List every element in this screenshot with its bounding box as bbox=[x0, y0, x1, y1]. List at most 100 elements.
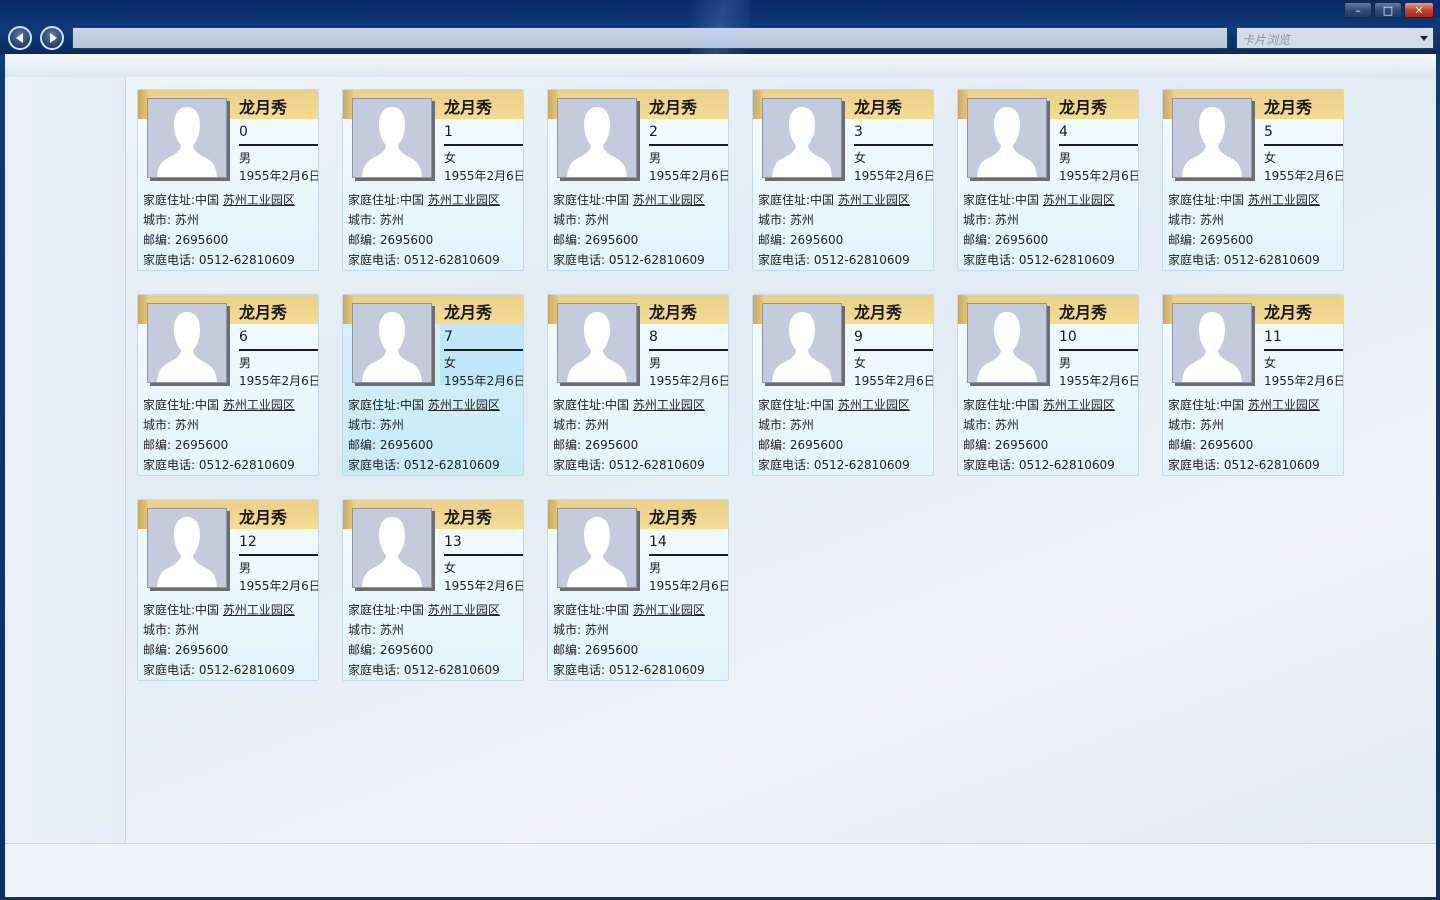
contact-card[interactable]: 龙月秀 9 女 1955年2月6日 家庭住址:中国 苏州工业园区 城市: 苏州 … bbox=[752, 294, 934, 476]
contact-card[interactable]: 龙月秀 6 男 1955年2月6日 家庭住址:中国 苏州工业园区 城市: 苏州 … bbox=[137, 294, 319, 476]
address-line: 家庭住址:中国 苏州工业园区 bbox=[963, 191, 1115, 208]
address-link[interactable]: 苏州工业园区 bbox=[223, 193, 295, 207]
address-label: 家庭住址:中国 bbox=[553, 193, 633, 207]
address-link[interactable]: 苏州工业园区 bbox=[838, 193, 910, 207]
contact-gender: 女 bbox=[854, 151, 867, 165]
divider bbox=[854, 144, 933, 146]
address-link[interactable]: 苏州工业园区 bbox=[223, 603, 295, 617]
avatar bbox=[352, 303, 432, 383]
divider bbox=[649, 144, 728, 146]
contact-card[interactable]: 龙月秀 14 男 1955年2月6日 家庭住址:中国 苏州工业园区 城市: 苏州… bbox=[547, 499, 729, 681]
contact-card[interactable]: 龙月秀 12 男 1955年2月6日 家庭住址:中国 苏州工业园区 城市: 苏州… bbox=[137, 499, 319, 681]
contact-gender: 男 bbox=[239, 561, 252, 575]
city-line: 城市: 苏州 bbox=[348, 623, 404, 637]
forward-button[interactable] bbox=[40, 26, 64, 50]
avatar bbox=[762, 98, 842, 178]
zip-line: 邮编: 2695600 bbox=[963, 233, 1049, 247]
card-grid: 龙月秀 0 男 1955年2月6日 家庭住址:中国 苏州工业园区 城市: 苏州 … bbox=[126, 77, 1436, 843]
address-link[interactable]: 苏州工业园区 bbox=[428, 398, 500, 412]
address-bar[interactable] bbox=[72, 27, 1228, 49]
zip-line: 邮编: 2695600 bbox=[143, 233, 229, 247]
address-link[interactable]: 苏州工业园区 bbox=[428, 193, 500, 207]
address-label: 家庭住址:中国 bbox=[1168, 398, 1248, 412]
contact-card[interactable]: 龙月秀 11 女 1955年2月6日 家庭住址:中国 苏州工业园区 城市: 苏州… bbox=[1162, 294, 1344, 476]
city-line: 城市: 苏州 bbox=[758, 213, 814, 227]
address-link[interactable]: 苏州工业园区 bbox=[428, 603, 500, 617]
zip-line: 邮编: 2695600 bbox=[553, 233, 639, 247]
address-link[interactable]: 苏州工业园区 bbox=[633, 398, 705, 412]
contact-name: 龙月秀 bbox=[444, 303, 493, 322]
address-line: 家庭住址:中国 苏州工业园区 bbox=[1168, 191, 1320, 208]
address-link[interactable]: 苏州工业园区 bbox=[1248, 398, 1320, 412]
address-line: 家庭住址:中国 苏州工业园区 bbox=[553, 396, 705, 413]
person-silhouette-icon bbox=[157, 312, 217, 382]
city-line: 城市: 苏州 bbox=[1168, 213, 1224, 227]
contact-card[interactable]: 龙月秀 10 男 1955年2月6日 家庭住址:中国 苏州工业园区 城市: 苏州… bbox=[957, 294, 1139, 476]
minimize-button[interactable]: – bbox=[1344, 2, 1372, 18]
person-silhouette-icon bbox=[362, 107, 422, 177]
contact-name: 龙月秀 bbox=[854, 303, 903, 322]
address-line: 家庭住址:中国 苏州工业园区 bbox=[1168, 396, 1320, 413]
address-label: 家庭住址:中国 bbox=[348, 193, 428, 207]
divider bbox=[1059, 144, 1138, 146]
divider bbox=[1264, 349, 1343, 351]
address-line: 家庭住址:中国 苏州工业园区 bbox=[143, 601, 295, 618]
divider bbox=[854, 349, 933, 351]
address-link[interactable]: 苏州工业园区 bbox=[633, 603, 705, 617]
contact-name: 龙月秀 bbox=[239, 98, 288, 117]
address-label: 家庭住址:中国 bbox=[143, 398, 223, 412]
address-line: 家庭住址:中国 苏州工业园区 bbox=[143, 396, 295, 413]
contact-birthdate: 1955年2月6日 bbox=[1059, 169, 1139, 183]
contact-card[interactable]: 龙月秀 4 男 1955年2月6日 家庭住址:中国 苏州工业园区 城市: 苏州 … bbox=[957, 89, 1139, 271]
city-line: 城市: 苏州 bbox=[758, 418, 814, 432]
contact-id: 13 bbox=[444, 534, 462, 550]
person-silhouette-icon bbox=[362, 312, 422, 382]
person-silhouette-icon bbox=[362, 517, 422, 587]
address-link[interactable]: 苏州工业园区 bbox=[1248, 193, 1320, 207]
city-line: 城市: 苏州 bbox=[553, 213, 609, 227]
avatar bbox=[352, 508, 432, 588]
address-label: 家庭住址:中国 bbox=[348, 603, 428, 617]
avatar bbox=[967, 98, 1047, 178]
contact-id: 11 bbox=[1264, 329, 1282, 345]
contact-id: 5 bbox=[1264, 124, 1273, 140]
chevron-down-icon bbox=[1420, 36, 1428, 41]
address-link[interactable]: 苏州工业园区 bbox=[1043, 193, 1115, 207]
contact-card[interactable]: 龙月秀 2 男 1955年2月6日 家庭住址:中国 苏州工业园区 城市: 苏州 … bbox=[547, 89, 729, 271]
avatar bbox=[557, 508, 637, 588]
contact-card[interactable]: 龙月秀 5 女 1955年2月6日 家庭住址:中国 苏州工业园区 城市: 苏州 … bbox=[1162, 89, 1344, 271]
contact-card[interactable]: 龙月秀 3 女 1955年2月6日 家庭住址:中国 苏州工业园区 城市: 苏州 … bbox=[752, 89, 934, 271]
maximize-button[interactable]: □ bbox=[1374, 2, 1402, 18]
divider bbox=[649, 349, 728, 351]
contact-card[interactable]: 龙月秀 7 女 1955年2月6日 家庭住址:中国 苏州工业园区 城市: 苏州 … bbox=[342, 294, 524, 476]
contact-birthdate: 1955年2月6日 bbox=[239, 169, 319, 183]
close-button[interactable]: ✕ bbox=[1404, 2, 1434, 18]
address-link[interactable]: 苏州工业园区 bbox=[838, 398, 910, 412]
person-silhouette-icon bbox=[1182, 107, 1242, 177]
zip-line: 邮编: 2695600 bbox=[143, 438, 229, 452]
contact-card[interactable]: 龙月秀 13 女 1955年2月6日 家庭住址:中国 苏州工业园区 城市: 苏州… bbox=[342, 499, 524, 681]
contact-gender: 男 bbox=[1059, 356, 1072, 370]
zip-line: 邮编: 2695600 bbox=[143, 643, 229, 657]
contact-name: 龙月秀 bbox=[1059, 303, 1108, 322]
contact-card[interactable]: 龙月秀 1 女 1955年2月6日 家庭住址:中国 苏州工业园区 城市: 苏州 … bbox=[342, 89, 524, 271]
contact-gender: 男 bbox=[1059, 151, 1072, 165]
contact-birthdate: 1955年2月6日 bbox=[1059, 374, 1139, 388]
contact-gender: 女 bbox=[444, 151, 457, 165]
phone-line: 家庭电话: 0512-62810609 bbox=[143, 458, 295, 472]
zip-line: 邮编: 2695600 bbox=[758, 233, 844, 247]
status-footer bbox=[5, 843, 1436, 897]
contact-card[interactable]: 龙月秀 8 男 1955年2月6日 家庭住址:中国 苏州工业园区 城市: 苏州 … bbox=[547, 294, 729, 476]
address-link[interactable]: 苏州工业园区 bbox=[223, 398, 295, 412]
avatar bbox=[762, 303, 842, 383]
address-link[interactable]: 苏州工业园区 bbox=[633, 193, 705, 207]
view-select[interactable]: 卡片浏览 bbox=[1236, 27, 1434, 49]
forward-arrow-icon bbox=[49, 33, 57, 43]
address-link[interactable]: 苏州工业园区 bbox=[1043, 398, 1115, 412]
contact-card[interactable]: 龙月秀 0 男 1955年2月6日 家庭住址:中国 苏州工业园区 城市: 苏州 … bbox=[137, 89, 319, 271]
city-line: 城市: 苏州 bbox=[553, 418, 609, 432]
contact-birthdate: 1955年2月6日 bbox=[444, 374, 524, 388]
address-label: 家庭住址:中国 bbox=[143, 193, 223, 207]
address-label: 家庭住址:中国 bbox=[1168, 193, 1248, 207]
back-button[interactable] bbox=[8, 26, 32, 50]
